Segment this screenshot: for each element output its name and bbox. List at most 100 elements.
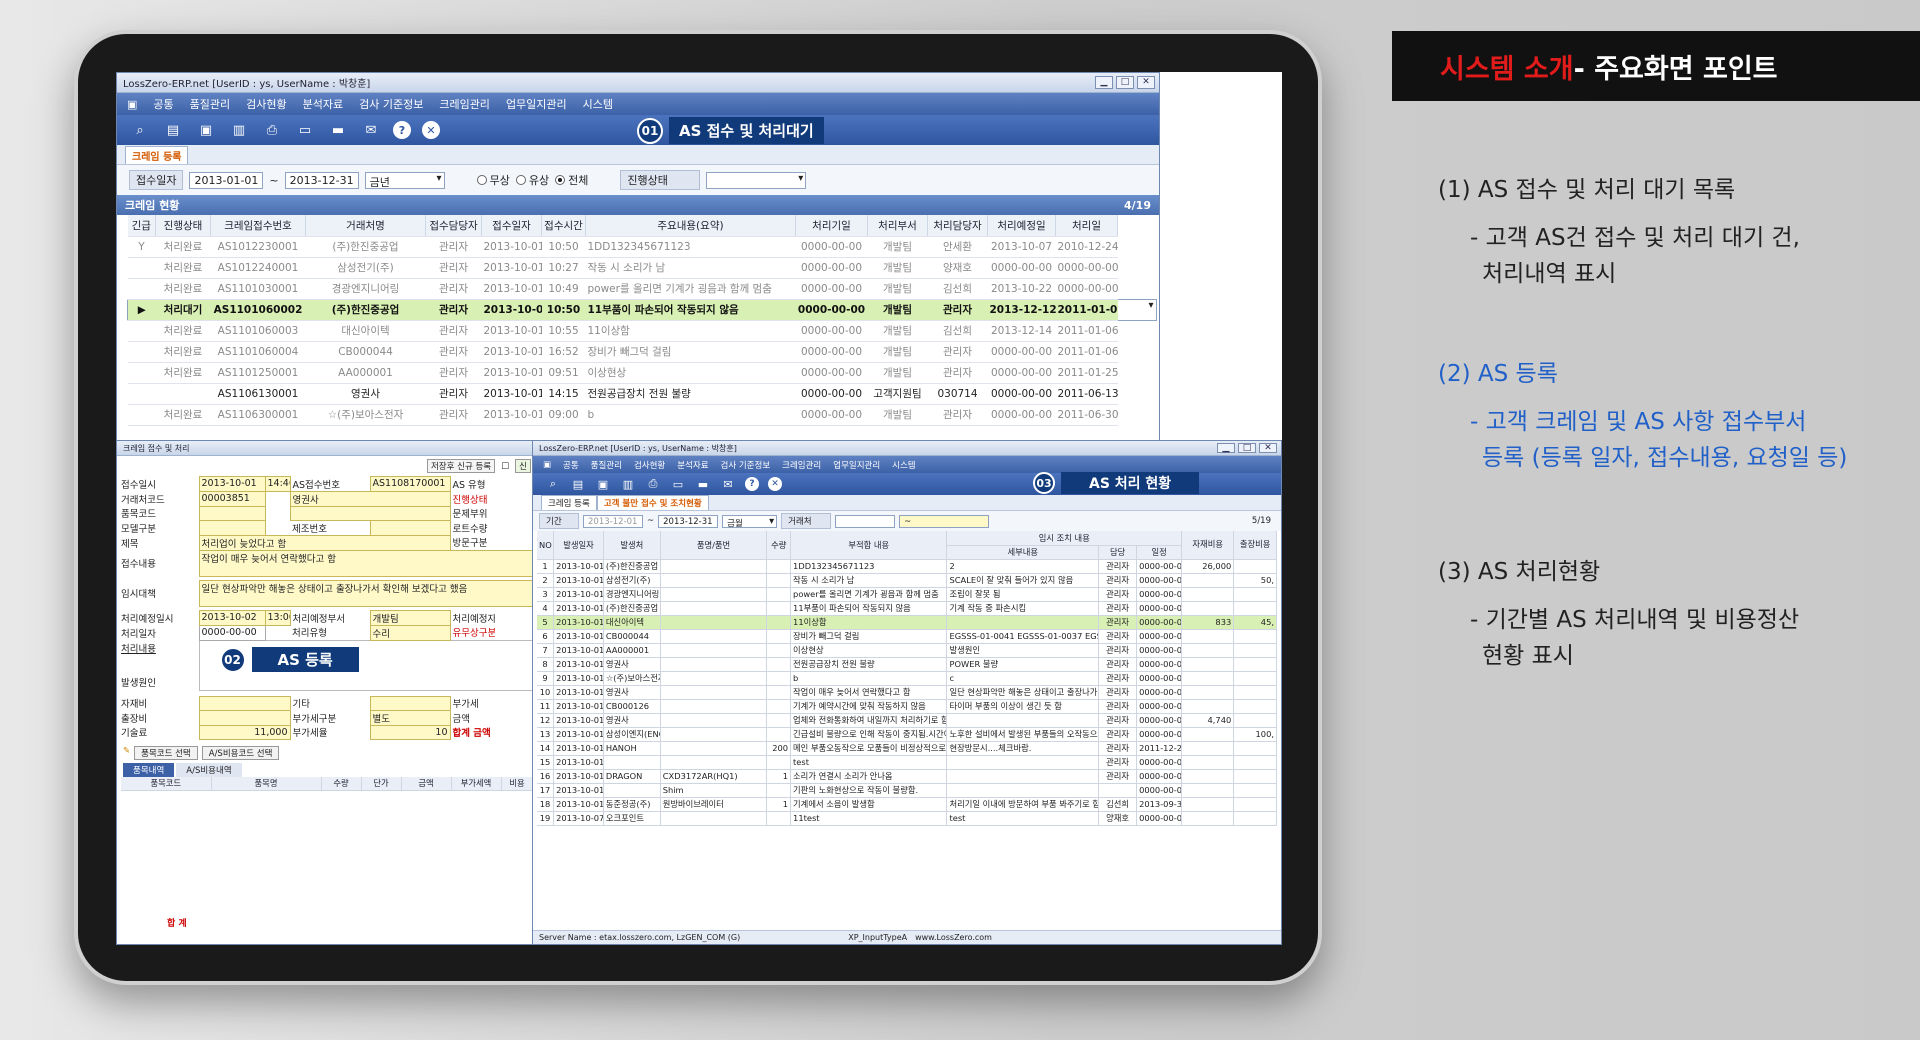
date-to-input[interactable]: 2013-12-31 — [284, 171, 359, 189]
period-select[interactable]: 금월 — [722, 514, 778, 529]
table-row[interactable]: 8 2013-10-01 영권사 전원공급장치 전원 불량 POWER 불량 관리자 000… — [537, 657, 1277, 672]
material-cost-input[interactable] — [198, 695, 291, 711]
table-row[interactable]: 192013-10-07오크포인트 11testtest양재호0000-00-00 — [537, 811, 1277, 826]
col-header[interactable]: 진행상태 — [155, 215, 211, 237]
col-header[interactable]: 처리기일 — [795, 215, 868, 237]
subject-input[interactable]: 처리업이 늦었다고 함 — [198, 534, 451, 551]
table-row[interactable]: ▶처리대기AS1101060002(주)한진중공업관리자2013-10-0110… — [127, 299, 1157, 321]
table-row[interactable]: 12 2013-10-01 영권사 업체와 전화통화하여 내일까지 처리하기로 함. 관… — [537, 713, 1277, 728]
col-header[interactable]: 주요내용(요약) — [585, 215, 796, 237]
customer-name-input[interactable]: 영권사 — [289, 490, 451, 507]
receive-time-input[interactable]: 14:46 — [264, 476, 291, 492]
customer-code-input[interactable]: 00003851 — [198, 490, 266, 507]
menu-item[interactable]: 공통 — [563, 459, 579, 471]
table-row[interactable]: 13 2013-10-01 삼성이엔지(ENG 긴급설비 불량으로 인해 작동이 중지… — [537, 727, 1277, 742]
col-header[interactable]: 처리담당자 — [927, 215, 988, 237]
document-icon[interactable]: ▤ — [570, 476, 586, 492]
menu-item[interactable]: 검사 기준정보 — [359, 96, 423, 112]
table-row[interactable]: AS1106130001 영권사 관리자 2013-10-01 14:15 전원공급장치 … — [127, 383, 1157, 405]
item-code-select-button[interactable]: 품목코드 선택 — [134, 745, 198, 760]
col-header[interactable]: 처리일 — [1055, 215, 1118, 237]
close-button[interactable]: ✕ — [1137, 76, 1155, 89]
chat-icon[interactable]: ▬ — [695, 476, 711, 492]
help-icon[interactable]: ? — [393, 121, 411, 139]
delete-icon[interactable]: ▥ — [228, 119, 250, 141]
customer-from-input[interactable] — [835, 514, 896, 528]
plan-time-input[interactable]: 13:00 — [264, 609, 291, 626]
table-row[interactable]: 152013-10-01 test 관리자0000-00-00 — [537, 755, 1277, 770]
table-row[interactable]: 6 2013-10-01 CB000044 장비가 빼그덕 걸림 EGSSS-01-00… — [537, 629, 1277, 644]
save-new-button[interactable]: 저장후 신규 등록 — [426, 459, 496, 473]
tech-fee-input[interactable]: 11,000 — [198, 724, 291, 740]
table-row[interactable]: 4 2013-10-01 (주)한진중공업 11부품이 파손되어 작동되지 않음 기계 … — [537, 601, 1277, 616]
exit-icon[interactable]: ✕ — [768, 477, 782, 491]
table-row[interactable]: 11 2013-10-01 CB000126 기계가 예약시간에 맞춰 작동하지 않음… — [537, 699, 1277, 714]
vat-rate-input[interactable]: 10 — [369, 724, 451, 740]
menu-item[interactable]: 공통 — [153, 96, 173, 112]
as-cost-select-button[interactable]: A/S비용코드 선택 — [201, 745, 280, 760]
content-textarea[interactable]: 작업이 매우 늦어서 연락했다고 함 — [198, 549, 535, 577]
item-name-input[interactable] — [289, 505, 451, 521]
table-row[interactable]: 10 2013-10-01 영권사 작업이 매우 늦어서 연락했다고 함 일단 현상파악… — [537, 685, 1277, 700]
search-icon[interactable]: ⌕ — [129, 119, 151, 141]
minimize-button[interactable]: ▁ — [1217, 443, 1235, 453]
table-row[interactable]: 2 2013-10-01 삼성전기(주) 작동 시 소리가 남 SCALE이 잘 맞춰 … — [537, 573, 1277, 588]
new-button[interactable]: 신 — [515, 459, 531, 473]
minimize-button[interactable]: ▁ — [1095, 76, 1113, 89]
menu-item[interactable]: 시스템 — [892, 459, 915, 471]
col-header[interactable]: 긴급 — [127, 215, 156, 237]
menu-item[interactable]: 검사 기준정보 — [721, 459, 771, 471]
etc-cost-input[interactable] — [369, 695, 451, 711]
tab-complaint-status[interactable]: 고객 불만 접수 및 조치현황 — [596, 495, 709, 510]
process-type-select[interactable]: 수리 — [369, 624, 451, 641]
table-row[interactable]: 3 2013-10-01 경광엔지니어링 power를 올리면 기계가 굉음과 함께 … — [537, 587, 1277, 602]
date-from-input[interactable]: 2013-12-01 — [583, 514, 643, 528]
print-icon[interactable]: ⎙ — [261, 119, 283, 141]
plan-date-input[interactable]: 2013-10-02 — [198, 609, 266, 626]
table-row[interactable]: 14 2013-10-01 HANOH 200 메인 부품오동작으로 모품들이 비정상적… — [537, 741, 1277, 756]
maximize-button[interactable]: □ — [1238, 443, 1256, 453]
tab-claim-register[interactable]: 크레임 등록 — [125, 146, 189, 164]
mail-icon[interactable]: ✉ — [360, 119, 382, 141]
process-content-area[interactable]: 02 AS 등록 — [198, 639, 535, 691]
status-select[interactable] — [706, 171, 807, 189]
tab-as-cost-detail[interactable]: A/S비용내역 — [176, 762, 242, 777]
mfg-number-input[interactable] — [369, 519, 451, 536]
table-row[interactable]: 17 2013-10-01 Shim 기판의 노화현상으로 작동이 불량함. 0000-… — [537, 783, 1277, 798]
tab-claim-register[interactable]: 크레임 등록 — [541, 495, 597, 510]
chat-icon[interactable]: ▬ — [327, 119, 349, 141]
menu-item[interactable]: 분석자료 — [677, 459, 708, 471]
table-row[interactable]: 52013-10-01대신아이텍 11이상함 관리자0000-00-0083345, — [537, 615, 1277, 630]
menu-item[interactable]: 업무일지관리 — [833, 459, 880, 471]
col-header[interactable]: 접수시간 — [541, 215, 586, 237]
checkbox[interactable]: □ — [501, 461, 509, 471]
as-number-input[interactable]: AS1108170001 — [369, 476, 451, 492]
vat-kind-select[interactable]: 별도 — [369, 709, 451, 726]
print-icon[interactable]: ⎙ — [645, 476, 661, 492]
tab-item-detail[interactable]: 품목내역 — [123, 762, 175, 777]
receive-date-input[interactable]: 2013-10-01 — [198, 476, 266, 492]
table-row[interactable]: 72013-10-01AA000001 이상현상발생원인관리자0000-00-00 — [537, 643, 1277, 658]
col-header[interactable]: 크레임접수번호 — [210, 215, 306, 237]
table-row[interactable]: Y 처리완료 AS1012230001 (주)한진중공업 관리자 2013-10-01 10… — [127, 236, 1157, 258]
table-row[interactable]: 처리완료 AS1106300001 ☆(주)보아스전자 관리자 2013-10-01 09… — [127, 404, 1157, 426]
item-code-input[interactable] — [198, 505, 266, 521]
help-icon[interactable]: ? — [745, 477, 759, 491]
table-row[interactable]: 처리완료 AS1101060004 CB000044 관리자 2013-10-01 16:… — [127, 341, 1157, 363]
menu-item[interactable]: 검사현황 — [634, 459, 665, 471]
col-header[interactable]: 처리예정일 — [987, 215, 1056, 237]
mail-icon[interactable]: ✉ — [720, 476, 736, 492]
radio-all[interactable]: 전체 — [555, 172, 588, 188]
menu-item[interactable]: 검사현황 — [246, 96, 286, 112]
save-icon[interactable]: ▣ — [595, 476, 611, 492]
monitor-icon[interactable]: ▭ — [670, 476, 686, 492]
table-row[interactable]: 1 2013-10-01 (주)한진중공업 1DD132345671123 2 관리자 00… — [537, 559, 1277, 574]
table-row[interactable]: 처리완료 AS1101030001 경광엔지니어링 관리자 2013-10-01 10:4… — [127, 278, 1157, 300]
maximize-button[interactable]: □ — [1116, 76, 1134, 89]
period-select[interactable]: 금년 — [364, 171, 445, 189]
delete-icon[interactable]: ▥ — [620, 476, 636, 492]
exit-icon[interactable]: ✕ — [422, 121, 440, 139]
radio-free[interactable]: 무상 — [476, 172, 510, 188]
col-header[interactable]: 접수일자 — [481, 215, 542, 237]
col-header[interactable]: 거래처명 — [305, 215, 426, 237]
